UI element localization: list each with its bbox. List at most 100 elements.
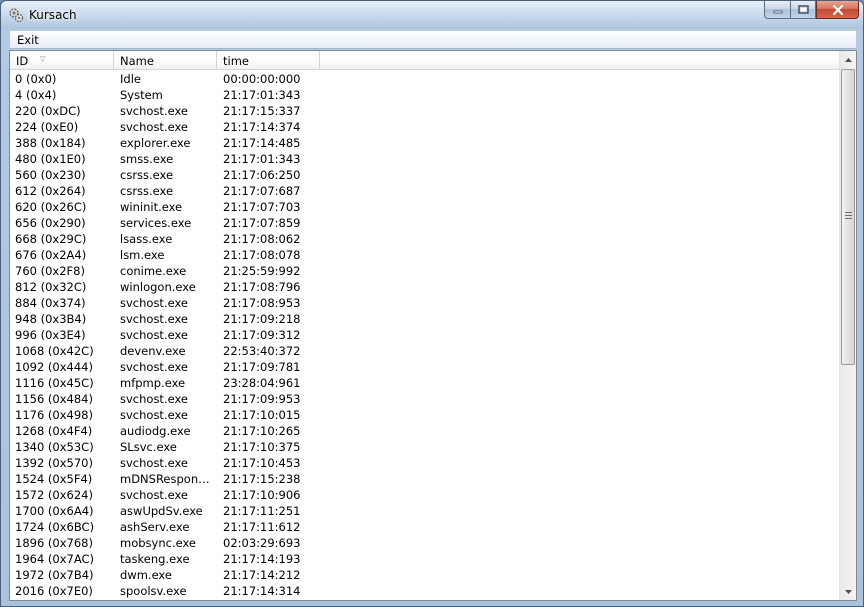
cell-time: 21:17:10:015: [223, 408, 301, 422]
table-row[interactable]: 656 (0x290) services.exe 21:17:07:859: [10, 215, 840, 231]
scroll-down-button[interactable]: [840, 583, 856, 600]
cell-name: Idle: [120, 72, 141, 86]
cell-name: svchost.exe: [120, 456, 189, 470]
table-row[interactable]: 620 (0x26C) wininit.exe 21:17:07:703: [10, 199, 840, 215]
cell-name: wininit.exe: [120, 200, 183, 214]
table-row[interactable]: 1700 (0x6A4) aswUpdSv.exe 21:17:11:251: [10, 503, 840, 519]
table-row[interactable]: 1392 (0x570) svchost.exe 21:17:10:453: [10, 455, 840, 471]
table-row[interactable]: 676 (0x2A4) lsm.exe 21:17:08:078: [10, 247, 840, 263]
cell-id: 0 (0x0): [15, 72, 57, 86]
table-row[interactable]: 1896 (0x768) mobsync.exe 02:03:29:693: [10, 535, 840, 551]
cell-time: 21:17:08:953: [223, 296, 301, 310]
scrollbar-thumb[interactable]: [841, 69, 855, 365]
table-row[interactable]: 224 (0xE0) svchost.exe 21:17:14:374: [10, 119, 840, 135]
table-row[interactable]: 1724 (0x6BC) ashServ.exe 21:17:11:612: [10, 519, 840, 535]
cell-time: 23:28:04:961: [223, 376, 301, 390]
cell-id: 1896 (0x768): [15, 536, 93, 550]
gears-icon[interactable]: [8, 7, 24, 23]
cell-name: audiodg.exe: [120, 424, 191, 438]
cell-time: 00:00:00:000: [223, 72, 301, 86]
cell-id: 1724 (0x6BC): [15, 520, 95, 534]
cell-time: 21:17:10:265: [223, 424, 301, 438]
cell-id: 1964 (0x7AC): [15, 552, 95, 566]
table-row[interactable]: 812 (0x32C) winlogon.exe 21:17:08:796: [10, 279, 840, 295]
cell-id: 1068 (0x42C): [15, 344, 94, 358]
table-row[interactable]: 884 (0x374) svchost.exe 21:17:08:953: [10, 295, 840, 311]
table-row[interactable]: 1156 (0x484) svchost.exe 21:17:09:953: [10, 391, 840, 407]
vertical-scrollbar[interactable]: [839, 51, 856, 600]
cell-name: mDNSRespond...: [120, 472, 214, 486]
column-header-id[interactable]: ID ▽: [10, 51, 114, 70]
column-header-time[interactable]: time: [217, 51, 320, 70]
cell-name: svchost.exe: [120, 120, 189, 134]
cell-name: svchost.exe: [120, 392, 189, 406]
cell-time: 21:17:14:485: [223, 136, 301, 150]
column-header-name[interactable]: Name: [114, 51, 217, 70]
cell-name: smss.exe: [120, 152, 174, 166]
cell-time: 21:17:11:612: [223, 520, 301, 534]
table-row[interactable]: 1068 (0x42C) devenv.exe 22:53:40:372: [10, 343, 840, 359]
table-row[interactable]: 1524 (0x5F4) mDNSRespond... 21:17:15:238: [10, 471, 840, 487]
cell-id: 220 (0xDC): [15, 104, 81, 118]
table-row[interactable]: 2016 (0x7E0) spoolsv.exe 21:17:14:314: [10, 583, 840, 599]
minimize-button[interactable]: [764, 1, 790, 19]
menu-item-exit[interactable]: Exit: [15, 33, 41, 47]
cell-name: dwm.exe: [120, 568, 172, 582]
cell-name: mobsync.exe: [120, 536, 197, 550]
cell-name: csrss.exe: [120, 184, 174, 198]
cell-name: svchost.exe: [120, 360, 189, 374]
table-row[interactable]: 480 (0x1E0) smss.exe 21:17:01:343: [10, 151, 840, 167]
table-row[interactable]: 1176 (0x498) svchost.exe 21:17:10:015: [10, 407, 840, 423]
process-list[interactable]: ID ▽ Name time 0 (0x0) Idle 00:00:00:000 4 …: [9, 50, 857, 601]
cell-name: winlogon.exe: [120, 280, 196, 294]
app-window: Kursach Exit ID ▽ Name time 0 (0x0) Idle…: [0, 0, 864, 607]
list-rows: 0 (0x0) Idle 00:00:00:000 4 (0x4) System 21:1…: [10, 71, 840, 599]
cell-id: 224 (0xE0): [15, 120, 79, 134]
table-row[interactable]: 1572 (0x624) svchost.exe 21:17:10:906: [10, 487, 840, 503]
table-row[interactable]: 760 (0x2F8) conime.exe 21:25:59:992: [10, 263, 840, 279]
cell-id: 1700 (0x6A4): [15, 504, 94, 518]
table-row[interactable]: 668 (0x29C) lsass.exe 21:17:08:062: [10, 231, 840, 247]
table-row[interactable]: 4 (0x4) System 21:17:01:343: [10, 87, 840, 103]
table-row[interactable]: 560 (0x230) csrss.exe 21:17:06:250: [10, 167, 840, 183]
cell-name: conime.exe: [120, 264, 187, 278]
cell-id: 4 (0x4): [15, 88, 57, 102]
table-row[interactable]: 388 (0x184) explorer.exe 21:17:14:485: [10, 135, 840, 151]
cell-id: 1268 (0x4F4): [15, 424, 93, 438]
cell-time: 21:17:11:251: [223, 504, 301, 518]
caption-buttons: [764, 1, 859, 19]
cell-time: 21:17:09:218: [223, 312, 301, 326]
table-row[interactable]: 1092 (0x444) svchost.exe 21:17:09:781: [10, 359, 840, 375]
table-row[interactable]: 996 (0x3E4) svchost.exe 21:17:09:312: [10, 327, 840, 343]
maximize-icon: [797, 5, 809, 14]
table-row[interactable]: 1964 (0x7AC) taskeng.exe 21:17:14:193: [10, 551, 840, 567]
table-row[interactable]: 0 (0x0) Idle 00:00:00:000: [10, 71, 840, 87]
column-header-label: time: [223, 54, 249, 68]
cell-name: taskeng.exe: [120, 552, 190, 566]
cell-time: 21:17:09:781: [223, 360, 301, 374]
cell-name: spoolsv.exe: [120, 584, 187, 598]
cell-id: 812 (0x32C): [15, 280, 87, 294]
cell-id: 480 (0x1E0): [15, 152, 86, 166]
table-row[interactable]: 612 (0x264) csrss.exe 21:17:07:687: [10, 183, 840, 199]
scroll-up-button[interactable]: [840, 51, 856, 68]
title-bar[interactable]: Kursach: [1, 1, 863, 29]
table-row[interactable]: 1340 (0x53C) SLsvc.exe 21:17:10:375: [10, 439, 840, 455]
menu-bar: Exit: [9, 30, 857, 49]
table-row[interactable]: 1268 (0x4F4) audiodg.exe 21:17:10:265: [10, 423, 840, 439]
table-row[interactable]: 1116 (0x45C) mfpmp.exe 23:28:04:961: [10, 375, 840, 391]
table-row[interactable]: 1972 (0x7B4) dwm.exe 21:17:14:212: [10, 567, 840, 583]
close-button[interactable]: [816, 1, 859, 19]
column-header-label: ID: [16, 54, 29, 68]
table-row[interactable]: 948 (0x3B4) svchost.exe 21:17:09:218: [10, 311, 840, 327]
cell-time: 21:17:08:796: [223, 280, 301, 294]
cell-time: 21:17:15:337: [223, 104, 301, 118]
grip-icon: [845, 212, 852, 220]
cell-time: 21:17:14:212: [223, 568, 301, 582]
table-row[interactable]: 220 (0xDC) svchost.exe 21:17:15:337: [10, 103, 840, 119]
maximize-button[interactable]: [790, 1, 816, 19]
cell-time: 21:17:15:238: [223, 472, 301, 486]
window-title: Kursach: [29, 8, 77, 22]
cell-name: svchost.exe: [120, 408, 189, 422]
cell-time: 21:17:01:343: [223, 152, 301, 166]
